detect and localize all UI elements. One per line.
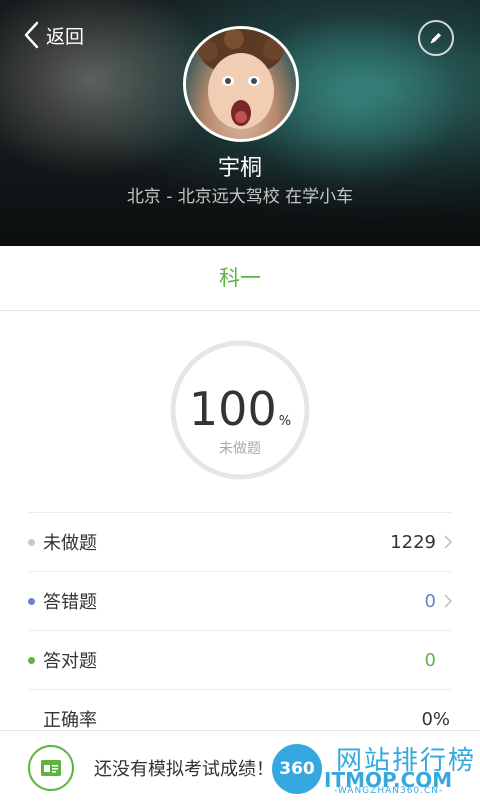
progress-percent-value: 100: [188, 382, 277, 436]
stat-name: 未做题: [43, 533, 97, 554]
exam-banner-message: 还没有模拟考试成绩！: [94, 759, 274, 780]
watermark-badge: 360: [272, 744, 322, 794]
id-card-icon: [41, 760, 61, 776]
stat-name: 答错题: [43, 592, 97, 613]
chevron-right-icon: [444, 594, 452, 608]
exam-card-icon: [28, 745, 74, 791]
undone-dot: [28, 538, 35, 546]
stat-value: 0: [424, 590, 436, 612]
chevron-right-icon: [444, 535, 452, 549]
edit-profile-button[interactable]: [418, 20, 454, 56]
avatar-photo-child: [198, 29, 285, 129]
site-watermark: 360 网站排行榜 ITMOP.COM -WANGZHAN360.CN-: [272, 738, 480, 798]
stat-row-wrong[interactable]: 答错题 0: [28, 571, 452, 630]
correct-dot: [28, 656, 35, 664]
progress-percent: 100%: [168, 382, 312, 436]
progress-percent-unit: %: [278, 414, 292, 429]
progress-label: 未做题: [219, 441, 261, 457]
watermark-subtitle: -WANGZHAN360.CN-: [334, 786, 444, 796]
stat-name: 答对题: [43, 651, 97, 672]
stat-row-undone[interactable]: 未做题 1229: [28, 512, 452, 571]
pencil-icon: [430, 33, 441, 44]
subject-tab[interactable]: 科一: [0, 246, 480, 311]
profile-header: 返回 宇桐 北京 - 北京远大驾校 在学小车: [0, 0, 480, 246]
stat-value: 0: [424, 649, 436, 671]
user-name: 宇桐: [217, 156, 262, 181]
chevron-left-icon: [24, 21, 39, 49]
stat-name: 正确率: [43, 710, 97, 731]
progress-ring: 100% 未做题: [168, 338, 312, 482]
user-school-info: 北京 - 北京远大驾校 在学小车: [126, 187, 354, 207]
stats-list: 未做题 1229 答错题 0 答对题 0 正确率 0%: [28, 512, 452, 748]
stat-row-correct: 答对题 0: [28, 630, 452, 689]
back-label: 返回: [46, 25, 85, 48]
back-button[interactable]: 返回: [22, 18, 84, 52]
stat-value: 1229: [390, 531, 436, 553]
stat-value: 0%: [421, 708, 450, 730]
accuracy-dot-spacer: [28, 716, 35, 723]
avatar[interactable]: [183, 26, 299, 142]
wrong-dot: [28, 597, 35, 605]
